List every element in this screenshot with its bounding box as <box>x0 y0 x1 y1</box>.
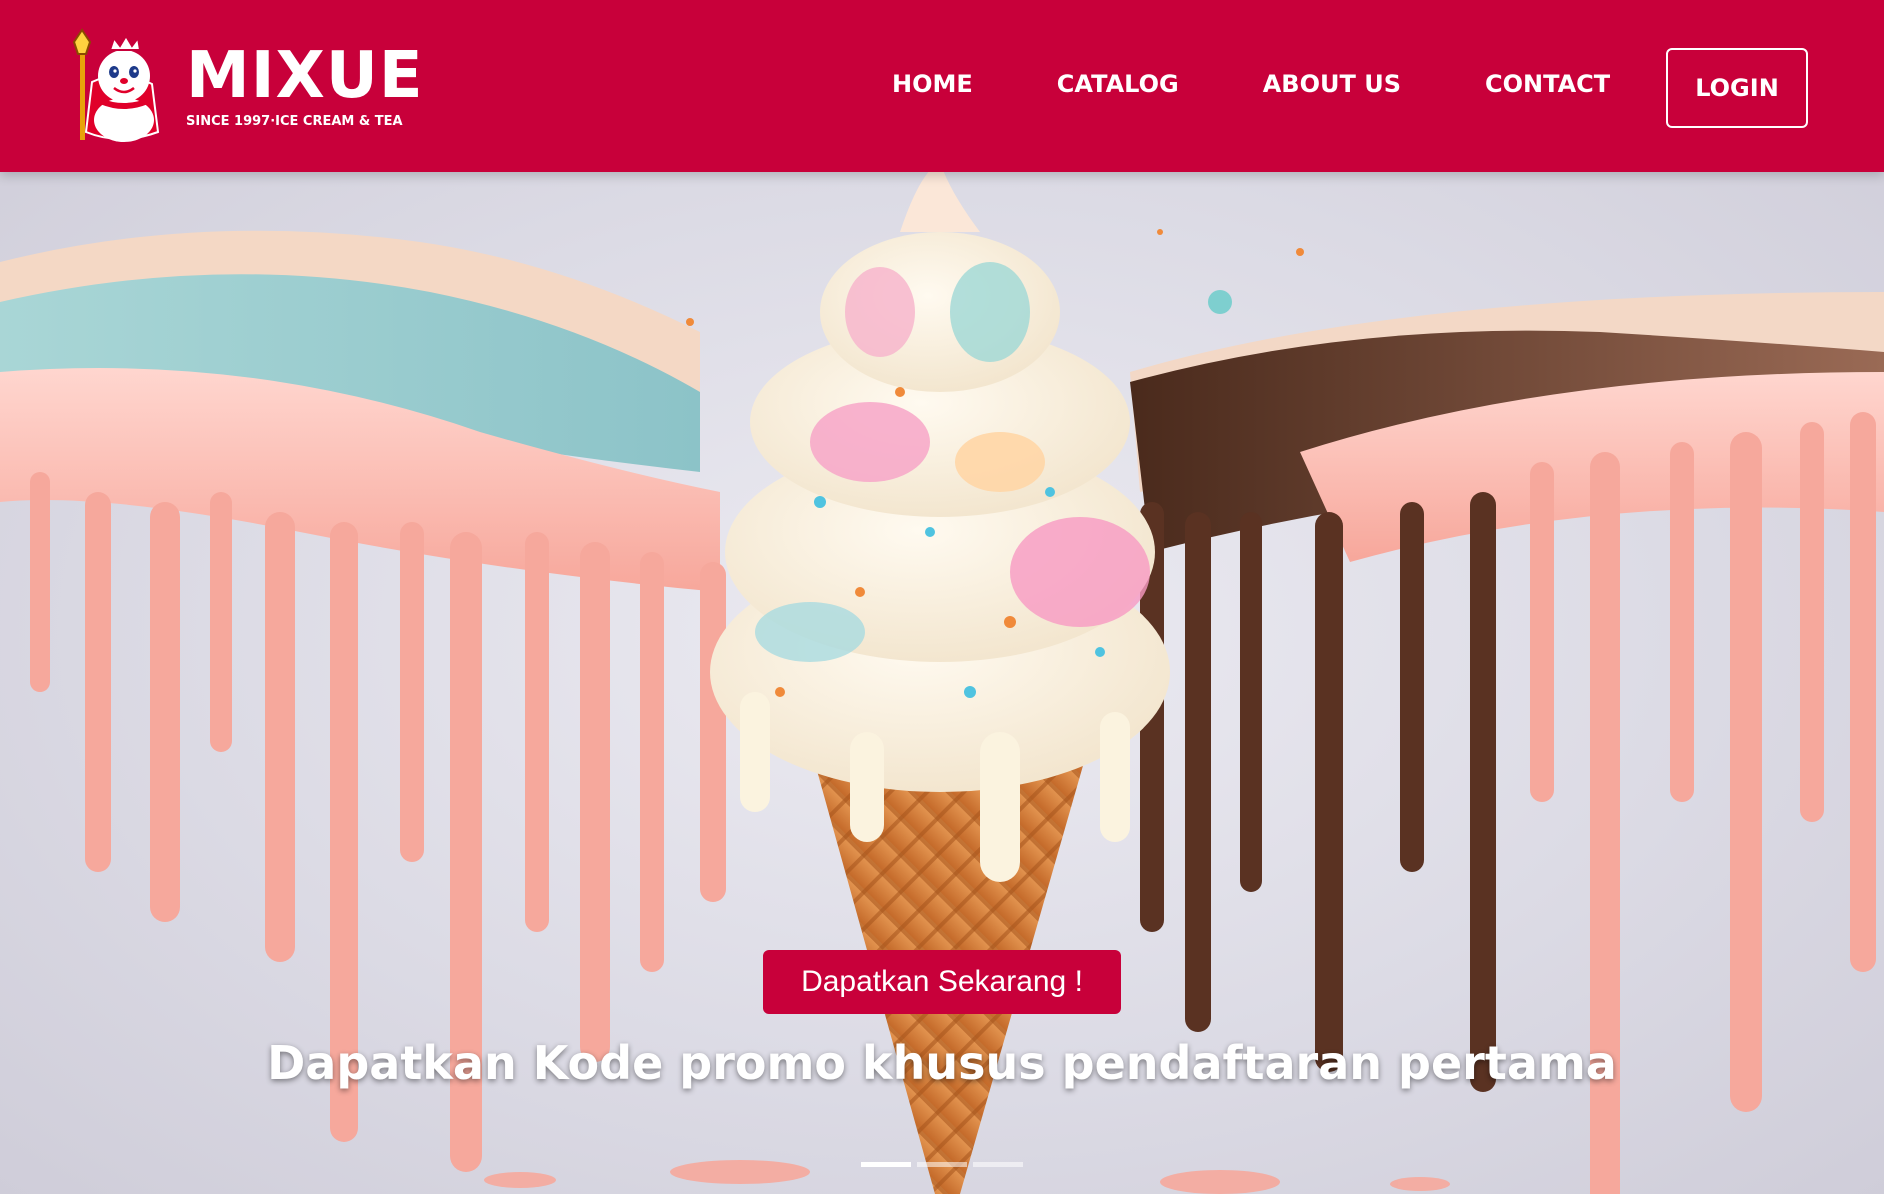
carousel-indicators <box>861 1162 1029 1167</box>
promo-headline: Dapatkan Kode promo khusus pendaftaran p… <box>267 1036 1617 1090</box>
snowman-king-mascot-icon <box>72 28 160 142</box>
login-button[interactable]: LOGIN <box>1666 48 1808 128</box>
brand-tagline: SINCE 1997·ICE CREAM & TEA <box>186 113 403 129</box>
brand-logo[interactable]: MIXUE SINCE 1997·ICE CREAM & TEA <box>70 28 424 144</box>
carousel-indicator-3[interactable] <box>973 1162 1023 1167</box>
carousel-indicator-1[interactable] <box>861 1162 911 1167</box>
carousel-indicator-2[interactable] <box>917 1162 967 1167</box>
brand-text: MIXUE SINCE 1997·ICE CREAM & TEA <box>186 44 424 129</box>
nav-catalog[interactable]: CATALOG <box>1057 70 1179 98</box>
nav-about-us[interactable]: ABOUT US <box>1263 70 1401 98</box>
top-navbar: MIXUE SINCE 1997·ICE CREAM & TEA HOME CA… <box>0 0 1884 172</box>
get-now-button[interactable]: Dapatkan Sekarang ! <box>763 950 1121 1014</box>
hero-carousel: Dapatkan Sekarang ! Dapatkan Kode promo … <box>0 172 1884 1194</box>
main-nav: HOME CATALOG ABOUT US CONTACT <box>892 70 1610 98</box>
nav-contact[interactable]: CONTACT <box>1485 70 1610 98</box>
brand-name: MIXUE <box>186 38 424 113</box>
nav-home[interactable]: HOME <box>892 70 973 98</box>
page: MIXUE SINCE 1997·ICE CREAM & TEA HOME CA… <box>0 0 1884 1194</box>
